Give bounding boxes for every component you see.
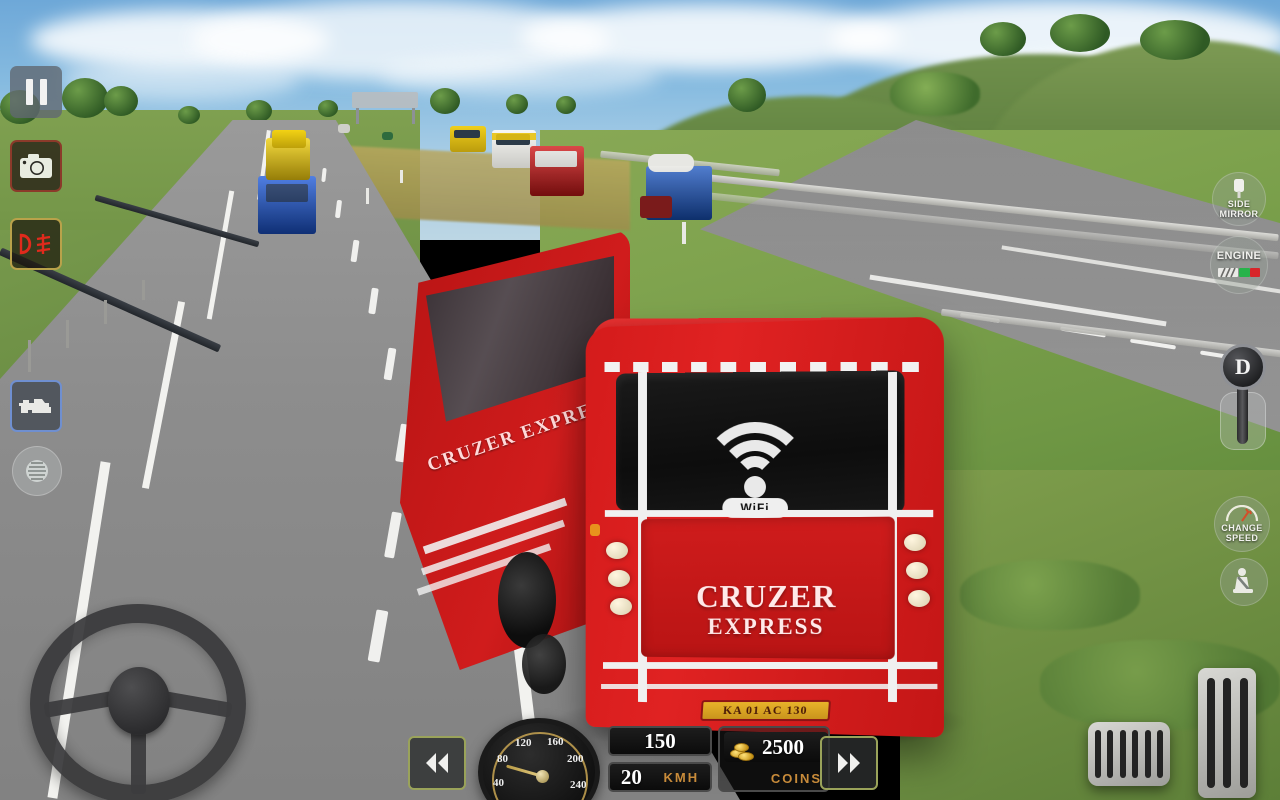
coins-label: COINS [770,770,822,786]
tree [104,86,138,116]
bush [960,560,1140,630]
camera-icon [20,154,52,178]
horn-icon [26,460,48,482]
headlight-icon [19,233,51,255]
bus-horizontal-stripe [603,661,938,670]
double-chevron-left-icon [426,753,448,773]
rail-post [66,320,69,348]
tree [62,78,108,118]
tree [246,100,272,122]
traffic-vehicle-truck-cab [640,196,672,218]
side-mirror-button[interactable]: SIDE MIRROR [1212,172,1266,226]
gear-indicator: D [1220,344,1266,390]
horn-button[interactable] [12,446,62,496]
highway-sign [352,92,418,108]
change-speed-label-line2: SPEED [1225,532,1259,543]
coins-value: 2500 [762,734,804,759]
accelerator-pedal[interactable] [1198,668,1256,798]
speedo-tick-200: 200 [567,753,584,765]
seatbelt-icon [1233,568,1253,593]
traffic-vehicle-red-bus [530,146,584,196]
speedo-tick-240: 240 [570,779,587,791]
tree [506,94,528,114]
tail-light [908,590,930,607]
pause-icon [25,79,47,105]
forward-button[interactable] [820,736,878,790]
coins-readout: 2500 [724,732,828,762]
engine-label: ENGINE [1216,250,1262,263]
traffic-vehicle-far [338,124,350,133]
coin-icon [730,742,756,762]
engine-icon [19,399,51,413]
traffic-vehicle-blue-van [258,176,316,234]
marker-post [400,170,403,183]
camera-button[interactable] [10,140,62,192]
wifi-decal: WiFi [700,421,811,533]
steering-wheel[interactable] [22,600,254,800]
bus-horizontal-stripe [601,683,938,690]
traffic-vehicle-yellow-load-top [272,130,306,148]
game-screen: CRUZER EXPRESS WiFi CRUZER EXPRESS KA 01… [0,0,1280,800]
bus-brand-line2: EXPRESS [707,613,825,640]
speedometer-hub [536,770,549,783]
tree [178,106,200,124]
seatbelt-button[interactable] [1220,558,1268,606]
tree [1140,20,1210,60]
bottom-hud: 0 40 80 120 160 200 240 280 150 20 KMH [408,718,878,800]
cloud [380,56,660,96]
tail-light [906,562,928,579]
player-bus: CRUZER EXPRESS WiFi CRUZER EXPRESS KA 01… [400,222,970,752]
coins-panel: 2500 COINS [718,726,830,792]
bus-wheel-rear [522,634,566,694]
steering-wheel-hub [108,667,170,735]
speed-value: 20 [620,764,642,789]
speedometer: 0 40 80 120 160 200 240 280 [478,718,600,800]
bus-brand-line1: CRUZER [696,577,837,615]
speed-unit: KMH [663,769,700,785]
rail-post [28,340,31,372]
gear-shifter[interactable]: D [1208,344,1276,454]
speedo-tick-120: 120 [515,737,532,749]
reverse-button[interactable] [408,736,466,790]
rail-post [104,300,107,324]
engine-button[interactable]: ENGINE [1210,236,1268,294]
headlights-button[interactable] [10,218,62,270]
tree [1050,14,1110,52]
score-readout: 150 [608,726,712,756]
traffic-vehicle-yellow-bus [450,126,486,152]
side-mirror-label-line2: MIRROR [1219,208,1259,219]
engine-check-button[interactable] [10,380,62,432]
brake-pedal[interactable] [1088,722,1170,786]
tree [430,88,460,114]
sign-post [412,108,415,124]
speedo-tick-160: 160 [547,736,564,748]
sign-post [356,108,359,124]
pause-button[interactable] [10,66,62,118]
tail-light [606,542,628,559]
gauge-icon [1225,505,1259,522]
double-chevron-right-icon [838,753,860,773]
tree [318,100,338,117]
change-speed-button[interactable]: CHANGE SPEED [1214,496,1270,552]
marker-post [366,188,369,204]
speedo-tick-40: 40 [493,777,504,789]
tail-light [610,598,632,615]
engine-bar-icon [1218,267,1260,277]
tail-light [608,570,630,587]
score-value: 150 [644,728,676,753]
traffic-vehicle-far [382,132,393,140]
bush [890,72,980,116]
mirror-icon [1234,179,1244,199]
tree [980,22,1026,56]
tree [728,78,766,112]
rail-post [142,280,145,300]
wifi-dot [744,475,766,499]
speedo-tick-80: 80 [497,753,508,765]
speed-readout: 20 KMH [608,762,712,792]
tail-light [904,534,926,551]
tree [556,96,576,114]
indicator-light [590,524,600,536]
